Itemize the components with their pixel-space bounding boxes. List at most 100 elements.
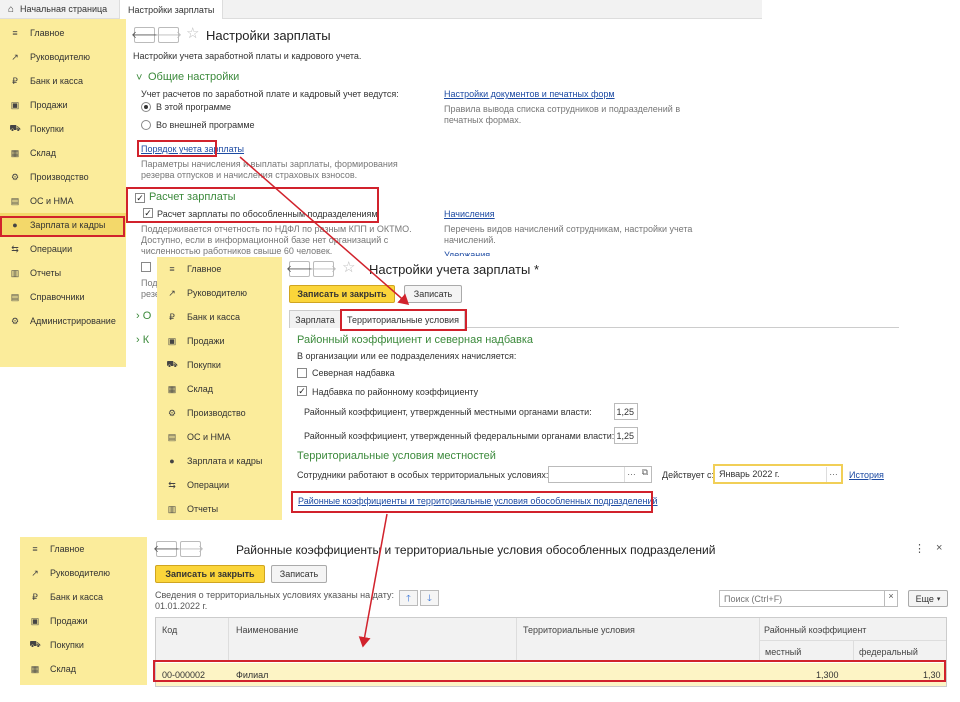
general-section-header[interactable]: Общие настройки [148,71,239,83]
sidebar-item-label: Продажи [187,336,225,346]
move-up-button[interactable]: 🡑 [399,590,418,606]
sidebar-item[interactable]: ≡ Главное [0,21,126,45]
calc-desc-1: Поддерживается отчетность по НДФЛ по раз… [141,224,412,234]
sidebar-item[interactable]: ▥ Отчеты [157,497,282,521]
save-close-button[interactable]: Записать и закрыть [289,285,395,303]
radio-this-program[interactable] [141,102,151,112]
col-rk[interactable]: Районный коэффициент [764,625,866,635]
favorite-star-icon-2[interactable]: ☆ [342,258,355,276]
sidebar-item[interactable]: ↗ Руководителю [0,45,126,69]
sidebar-item[interactable]: ▤ Справочники [0,285,126,309]
general-chevron-icon[interactable]: ˅ [136,72,142,84]
sidebar-item[interactable]: ▣ Продажи [157,329,282,353]
valid-from-input[interactable]: Январь 2022 г. [713,464,843,484]
sidebar-item[interactable]: ▦ Склад [157,377,282,401]
col-federal[interactable]: федеральный [859,647,918,657]
more-button[interactable]: Еще ▾ [908,590,948,607]
more-menu-icon[interactable]: ⋮ [914,542,925,555]
sidebar-item[interactable]: ↗ Руководителю [20,561,147,585]
terr-label: Сотрудники работают в особых территориал… [297,470,549,480]
sidebar-item[interactable]: ▦ Склад [0,141,126,165]
col-local[interactable]: местный [765,647,801,657]
sidebar-item[interactable]: ₽ Банк и касса [20,585,147,609]
sidebar-item-icon: ● [169,456,175,466]
sidebar-item[interactable]: ▦ Склад [20,657,147,681]
save-close-button-3[interactable]: Записать и закрыть [155,565,265,583]
radio-external-program-label: Во внешней программе [156,120,255,130]
tab-salary[interactable]: Зарплата [289,310,341,328]
radio-external-program[interactable] [141,120,151,130]
forward-button-2[interactable]: 🡒 [310,261,337,277]
sidebar-item[interactable]: ▥ Отчеты [0,261,126,285]
deductions-link[interactable]: Удержания [444,250,490,256]
home-icon: ⌂ [8,3,15,15]
sidebar-item[interactable]: ⛟ Покупки [157,353,282,377]
sidebar-item-icon: ₽ [12,75,18,86]
sidebar-item[interactable]: ▣ Продажи [20,609,147,633]
sidebar-item[interactable]: ▤ ОС и НМА [0,189,126,213]
sidebar-item-icon: ▤ [167,431,177,442]
hidden-checkbox[interactable] [141,262,151,272]
search-input[interactable] [719,590,885,607]
terr-select-dots-icon[interactable]: … [624,467,638,482]
history-link[interactable]: История [849,470,884,480]
sidebar-item[interactable]: ⚙ Производство [0,165,126,189]
sidebar-item[interactable]: ⇆ Операции [157,473,282,497]
sidebar-item[interactable]: ≡ Главное [157,257,282,281]
sidebar-item[interactable]: ⚙ Производство [157,401,282,425]
tab-salary-settings[interactable]: Настройки зарплаты [119,0,224,19]
sidebar-item[interactable]: ⚙ Администрирование [0,309,126,333]
sidebar-item-label: Производство [187,408,246,418]
back-button[interactable]: 🡐 [131,27,158,43]
collapsed-section-2[interactable]: › К [136,334,149,346]
save-button-3[interactable]: Записать [271,565,327,583]
favorite-star-icon[interactable]: ☆ [186,24,199,42]
sidebar-item[interactable]: ≡ Главное [20,537,147,561]
col-divider [853,640,854,662]
docs-settings-link[interactable]: Настройки документов и печатных форм [444,89,615,99]
sidebar-item-label: Руководителю [187,288,248,298]
save-button[interactable]: Записать [404,285,462,303]
forward-button[interactable]: 🡒 [155,27,182,43]
col-divider [516,618,517,662]
sidebar-item-label: Банк и касса [30,76,83,86]
back-button-3[interactable]: 🡐 [153,541,180,557]
clear-search-button[interactable]: × [885,590,898,607]
page-title: Настройки зарплаты [206,28,331,43]
tab-home[interactable]: ⌂ Начальная страница [0,0,115,18]
sidebar-item[interactable]: ▤ ОС и НМА [157,425,282,449]
close-icon[interactable]: × [936,542,942,554]
sidebar-item[interactable]: ⇆ Операции [0,237,126,261]
col-code[interactable]: Код [162,625,177,635]
collapsed-section-2-label: К [142,334,150,346]
sidebar-item[interactable]: ₽ Банк и касса [0,69,126,93]
sidebar-item[interactable]: ↗ Руководителю [157,281,282,305]
col-territorial[interactable]: Территориальные условия [523,625,635,635]
sidebar-item[interactable]: ₽ Банк и касса [157,305,282,329]
forward-button-3[interactable]: 🡒 [177,541,204,557]
move-down-button[interactable]: 🡓 [420,590,439,606]
sidebar-item-label: Отчеты [30,268,62,278]
north-label: Северная надбавка [312,368,395,378]
sidebar-item-icon: ▥ [10,267,20,278]
col-name[interactable]: Наименование [236,625,298,635]
sidebar-item-label: Банк и касса [187,312,240,322]
bonus-checkbox[interactable]: ✓ [297,386,307,396]
valid-from-dots-icon[interactable]: … [826,467,840,482]
accruals-link[interactable]: Начисления [444,209,495,219]
sidebar-item[interactable]: ▣ Продажи [0,93,126,117]
sidebar-item-icon: ≡ [169,264,175,274]
sidebar-item-icon: ⇆ [11,243,19,254]
sidebar-item-icon: ≡ [32,544,38,554]
local-rk-input[interactable]: 1,25 [614,403,638,420]
sidebar-item[interactable]: ● Зарплата и кадры [157,449,282,473]
federal-rk-input[interactable]: 1,25 [614,427,638,444]
north-checkbox[interactable] [297,368,307,378]
terr-open-icon[interactable]: ⧉ [638,467,652,482]
sidebar-item-icon: ≡ [12,28,18,38]
back-button-2[interactable]: 🡐 [286,261,313,277]
rk-sub: В организации или ее подразделениях начи… [297,351,517,361]
collapsed-section-1[interactable]: › О [136,310,151,322]
sidebar-item[interactable]: ⛟ Покупки [20,633,147,657]
sidebar-item[interactable]: ⛟ Покупки [0,117,126,141]
